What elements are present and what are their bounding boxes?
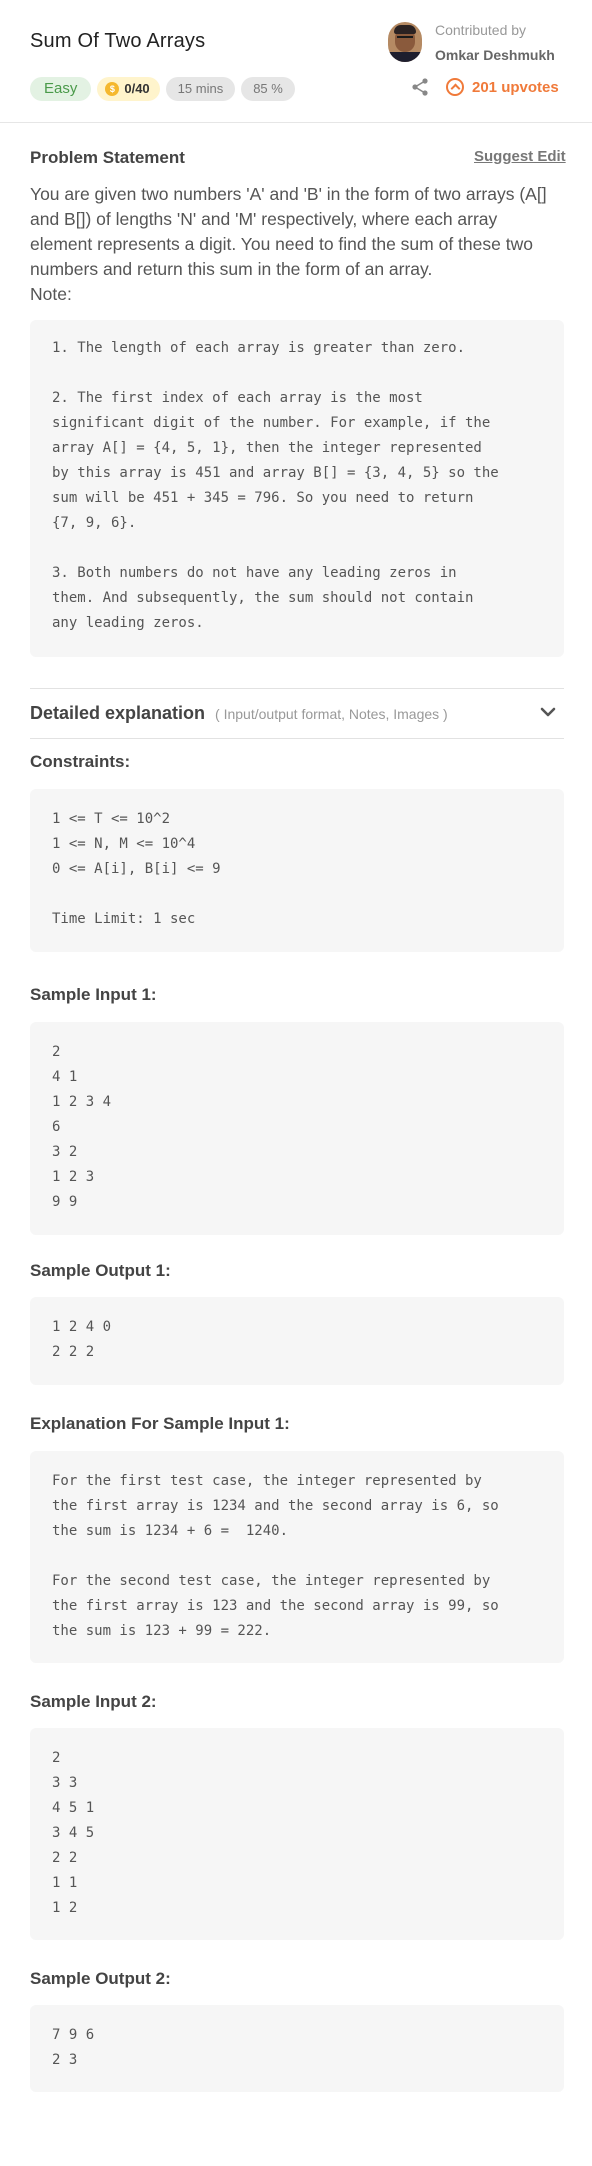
coin-icon: $ bbox=[105, 82, 120, 96]
time-badge: 15 mins bbox=[165, 77, 236, 101]
contributor-name[interactable]: Omkar Deshmukh bbox=[435, 47, 555, 63]
contributor-label: Contributed by bbox=[435, 22, 527, 38]
difficulty-badge: Easy bbox=[30, 77, 92, 101]
sample-input-1-box: 2 4 1 1 2 3 4 6 3 2 1 2 3 9 9 bbox=[30, 1022, 564, 1235]
problem-tags: Easy $ 0/40 15 mins 85 % bbox=[30, 77, 295, 101]
chevron-down-icon[interactable] bbox=[539, 705, 557, 719]
sample-input-2-box: 2 3 3 4 5 1 3 4 5 2 2 1 1 1 2 bbox=[30, 1728, 564, 1940]
sample-output-1-heading: Sample Output 1: bbox=[30, 1261, 171, 1280]
upvote-count: 201 upvotes bbox=[472, 78, 559, 96]
success-rate-badge: 85 % bbox=[241, 77, 295, 101]
sample-output-1-box: 1 2 4 0 2 2 2 bbox=[30, 1297, 564, 1385]
share-icon[interactable] bbox=[410, 77, 430, 97]
coins-value: 0/40 bbox=[124, 81, 150, 96]
explanation-1-heading: Explanation For Sample Input 1: bbox=[30, 1414, 290, 1433]
constraints-box: 1 <= T <= 10^2 1 <= N, M <= 10^4 0 <= A[… bbox=[30, 789, 564, 952]
problem-statement-text: You are given two numbers 'A' and 'B' in… bbox=[30, 182, 562, 307]
upvote-icon bbox=[446, 78, 464, 96]
sample-output-2-box: 7 9 6 2 3 bbox=[30, 2005, 564, 2092]
problem-title: Sum Of Two Arrays bbox=[30, 30, 206, 52]
coins-badge: $ 0/40 bbox=[97, 77, 160, 101]
notes-box: 1. The length of each array is greater t… bbox=[30, 320, 564, 657]
sample-input-1-heading: Sample Input 1: bbox=[30, 985, 157, 1004]
note-label: Note: bbox=[30, 284, 72, 304]
contributor-avatar[interactable] bbox=[388, 22, 422, 62]
problem-card: Sum Of Two Arrays Easy $ 0/40 15 mins 85… bbox=[0, 0, 592, 2166]
problem-header: Sum Of Two Arrays Easy $ 0/40 15 mins 85… bbox=[0, 0, 592, 123]
divider-top bbox=[30, 688, 564, 689]
suggest-edit-link[interactable]: Suggest Edit bbox=[474, 148, 566, 165]
explanation-1-box: For the first test case, the integer rep… bbox=[30, 1451, 564, 1663]
divider-bottom bbox=[30, 738, 564, 739]
detailed-explanation-toggle[interactable]: Detailed explanation ( Input/output form… bbox=[30, 703, 448, 724]
constraints-heading: Constraints: bbox=[30, 752, 131, 771]
statement-body: You are given two numbers 'A' and 'B' in… bbox=[30, 184, 547, 279]
upvote-button[interactable]: 201 upvotes bbox=[446, 78, 559, 96]
sample-output-2-heading: Sample Output 2: bbox=[30, 1969, 171, 1988]
detailed-explanation-hint: ( Input/output format, Notes, Images ) bbox=[215, 706, 448, 722]
problem-statement-heading: Problem Statement bbox=[30, 148, 185, 167]
sample-input-2-heading: Sample Input 2: bbox=[30, 1692, 157, 1711]
detailed-explanation-label: Detailed explanation bbox=[30, 703, 206, 723]
